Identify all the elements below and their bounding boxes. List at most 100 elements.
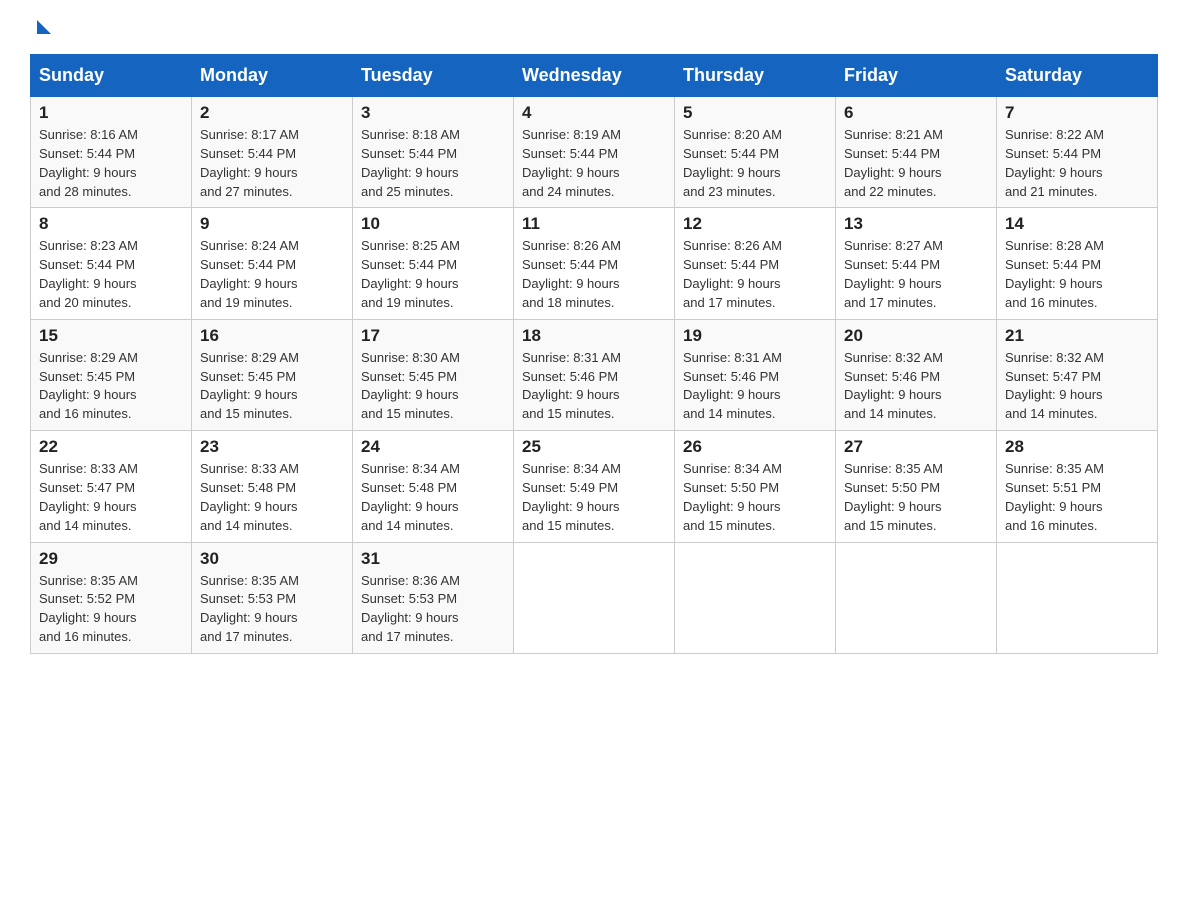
day-number: 23: [200, 437, 344, 457]
day-info: Sunrise: 8:35 AMSunset: 5:51 PMDaylight:…: [1005, 460, 1149, 535]
calendar-cell: 24 Sunrise: 8:34 AMSunset: 5:48 PMDayligh…: [353, 431, 514, 542]
day-number: 16: [200, 326, 344, 346]
calendar-cell: 19 Sunrise: 8:31 AMSunset: 5:46 PMDayligh…: [675, 319, 836, 430]
calendar-cell: 30 Sunrise: 8:35 AMSunset: 5:53 PMDayligh…: [192, 542, 353, 653]
calendar-cell: 29 Sunrise: 8:35 AMSunset: 5:52 PMDayligh…: [31, 542, 192, 653]
day-info: Sunrise: 8:26 AMSunset: 5:44 PMDaylight:…: [522, 237, 666, 312]
page-header: [30, 20, 1158, 36]
calendar-cell: 1 Sunrise: 8:16 AMSunset: 5:44 PMDaylight…: [31, 97, 192, 208]
calendar-cell: 14 Sunrise: 8:28 AMSunset: 5:44 PMDayligh…: [997, 208, 1158, 319]
day-number: 13: [844, 214, 988, 234]
calendar-cell: 25 Sunrise: 8:34 AMSunset: 5:49 PMDayligh…: [514, 431, 675, 542]
calendar-cell: 8 Sunrise: 8:23 AMSunset: 5:44 PMDaylight…: [31, 208, 192, 319]
day-info: Sunrise: 8:32 AMSunset: 5:46 PMDaylight:…: [844, 349, 988, 424]
calendar-week-row: 8 Sunrise: 8:23 AMSunset: 5:44 PMDaylight…: [31, 208, 1158, 319]
day-info: Sunrise: 8:19 AMSunset: 5:44 PMDaylight:…: [522, 126, 666, 201]
calendar-cell: [675, 542, 836, 653]
day-number: 15: [39, 326, 183, 346]
day-number: 3: [361, 103, 505, 123]
calendar-cell: 17Sunrise: 8:30 AMSunset: 5:45 PMDayligh…: [353, 319, 514, 430]
calendar-cell: 26 Sunrise: 8:34 AMSunset: 5:50 PMDayligh…: [675, 431, 836, 542]
calendar-table: SundayMondayTuesdayWednesdayThursdayFrid…: [30, 54, 1158, 654]
day-info: Sunrise: 8:27 AMSunset: 5:44 PMDaylight:…: [844, 237, 988, 312]
day-info: Sunrise: 8:35 AMSunset: 5:53 PMDaylight:…: [200, 572, 344, 647]
day-number: 17: [361, 326, 505, 346]
day-number: 11: [522, 214, 666, 234]
day-info: Sunrise: 8:17 AMSunset: 5:44 PMDaylight:…: [200, 126, 344, 201]
day-info: Sunrise: 8:20 AMSunset: 5:44 PMDaylight:…: [683, 126, 827, 201]
calendar-week-row: 22Sunrise: 8:33 AMSunset: 5:47 PMDayligh…: [31, 431, 1158, 542]
calendar-cell: 10Sunrise: 8:25 AMSunset: 5:44 PMDayligh…: [353, 208, 514, 319]
day-number: 19: [683, 326, 827, 346]
header-sunday: Sunday: [31, 55, 192, 97]
day-number: 8: [39, 214, 183, 234]
day-number: 2: [200, 103, 344, 123]
day-info: Sunrise: 8:24 AMSunset: 5:44 PMDaylight:…: [200, 237, 344, 312]
day-number: 1: [39, 103, 183, 123]
day-number: 29: [39, 549, 183, 569]
calendar-cell: 18Sunrise: 8:31 AMSunset: 5:46 PMDayligh…: [514, 319, 675, 430]
day-number: 9: [200, 214, 344, 234]
calendar-cell: 31 Sunrise: 8:36 AMSunset: 5:53 PMDayligh…: [353, 542, 514, 653]
day-info: Sunrise: 8:26 AMSunset: 5:44 PMDaylight:…: [683, 237, 827, 312]
day-info: Sunrise: 8:34 AMSunset: 5:49 PMDaylight:…: [522, 460, 666, 535]
day-info: Sunrise: 8:18 AMSunset: 5:44 PMDaylight:…: [361, 126, 505, 201]
header-monday: Monday: [192, 55, 353, 97]
calendar-cell: 7 Sunrise: 8:22 AMSunset: 5:44 PMDaylight…: [997, 97, 1158, 208]
day-number: 24: [361, 437, 505, 457]
calendar-cell: 27 Sunrise: 8:35 AMSunset: 5:50 PMDayligh…: [836, 431, 997, 542]
calendar-cell: [997, 542, 1158, 653]
day-info: Sunrise: 8:34 AMSunset: 5:48 PMDaylight:…: [361, 460, 505, 535]
day-number: 12: [683, 214, 827, 234]
calendar-cell: 21 Sunrise: 8:32 AMSunset: 5:47 PMDayligh…: [997, 319, 1158, 430]
calendar-header-row: SundayMondayTuesdayWednesdayThursdayFrid…: [31, 55, 1158, 97]
calendar-cell: 13 Sunrise: 8:27 AMSunset: 5:44 PMDayligh…: [836, 208, 997, 319]
header-friday: Friday: [836, 55, 997, 97]
day-info: Sunrise: 8:32 AMSunset: 5:47 PMDaylight:…: [1005, 349, 1149, 424]
day-number: 21: [1005, 326, 1149, 346]
day-info: Sunrise: 8:22 AMSunset: 5:44 PMDaylight:…: [1005, 126, 1149, 201]
day-info: Sunrise: 8:29 AMSunset: 5:45 PMDaylight:…: [200, 349, 344, 424]
day-number: 31: [361, 549, 505, 569]
calendar-cell: 9 Sunrise: 8:24 AMSunset: 5:44 PMDaylight…: [192, 208, 353, 319]
day-number: 28: [1005, 437, 1149, 457]
day-number: 10: [361, 214, 505, 234]
day-info: Sunrise: 8:28 AMSunset: 5:44 PMDaylight:…: [1005, 237, 1149, 312]
calendar-cell: 6 Sunrise: 8:21 AMSunset: 5:44 PMDaylight…: [836, 97, 997, 208]
day-info: Sunrise: 8:29 AMSunset: 5:45 PMDaylight:…: [39, 349, 183, 424]
day-number: 7: [1005, 103, 1149, 123]
day-info: Sunrise: 8:33 AMSunset: 5:48 PMDaylight:…: [200, 460, 344, 535]
day-info: Sunrise: 8:21 AMSunset: 5:44 PMDaylight:…: [844, 126, 988, 201]
calendar-cell: 2 Sunrise: 8:17 AMSunset: 5:44 PMDaylight…: [192, 97, 353, 208]
logo: [30, 20, 51, 36]
calendar-cell: 5 Sunrise: 8:20 AMSunset: 5:44 PMDaylight…: [675, 97, 836, 208]
day-number: 5: [683, 103, 827, 123]
calendar-cell: 28 Sunrise: 8:35 AMSunset: 5:51 PMDayligh…: [997, 431, 1158, 542]
day-info: Sunrise: 8:35 AMSunset: 5:52 PMDaylight:…: [39, 572, 183, 647]
day-number: 27: [844, 437, 988, 457]
logo-triangle-icon: [37, 20, 51, 34]
calendar-cell: [514, 542, 675, 653]
day-info: Sunrise: 8:35 AMSunset: 5:50 PMDaylight:…: [844, 460, 988, 535]
day-number: 22: [39, 437, 183, 457]
header-thursday: Thursday: [675, 55, 836, 97]
calendar-cell: 15 Sunrise: 8:29 AMSunset: 5:45 PMDayligh…: [31, 319, 192, 430]
calendar-week-row: 1 Sunrise: 8:16 AMSunset: 5:44 PMDaylight…: [31, 97, 1158, 208]
calendar-cell: 22Sunrise: 8:33 AMSunset: 5:47 PMDayligh…: [31, 431, 192, 542]
day-number: 26: [683, 437, 827, 457]
day-number: 18: [522, 326, 666, 346]
day-info: Sunrise: 8:23 AMSunset: 5:44 PMDaylight:…: [39, 237, 183, 312]
day-number: 25: [522, 437, 666, 457]
day-info: Sunrise: 8:31 AMSunset: 5:46 PMDaylight:…: [683, 349, 827, 424]
calendar-cell: 4 Sunrise: 8:19 AMSunset: 5:44 PMDaylight…: [514, 97, 675, 208]
day-number: 30: [200, 549, 344, 569]
calendar-cell: 12 Sunrise: 8:26 AMSunset: 5:44 PMDayligh…: [675, 208, 836, 319]
day-number: 6: [844, 103, 988, 123]
day-info: Sunrise: 8:16 AMSunset: 5:44 PMDaylight:…: [39, 126, 183, 201]
day-number: 14: [1005, 214, 1149, 234]
calendar-cell: 16 Sunrise: 8:29 AMSunset: 5:45 PMDayligh…: [192, 319, 353, 430]
day-info: Sunrise: 8:34 AMSunset: 5:50 PMDaylight:…: [683, 460, 827, 535]
day-number: 4: [522, 103, 666, 123]
day-info: Sunrise: 8:36 AMSunset: 5:53 PMDaylight:…: [361, 572, 505, 647]
calendar-week-row: 29 Sunrise: 8:35 AMSunset: 5:52 PMDayligh…: [31, 542, 1158, 653]
